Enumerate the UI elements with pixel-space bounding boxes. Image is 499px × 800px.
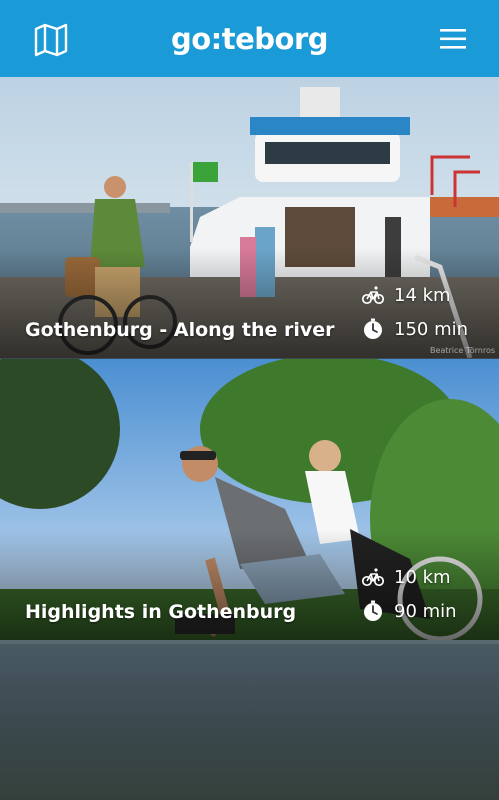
route-distance-value: 10 km xyxy=(394,566,451,588)
bicycle-icon xyxy=(361,566,385,588)
stopwatch-icon xyxy=(362,318,384,340)
route-duration: 150 min xyxy=(362,318,468,340)
map-icon[interactable] xyxy=(33,21,69,57)
route-card-along-the-river[interactable]: Gothenburg - Along the river 14 km 150 m… xyxy=(0,77,499,358)
stopwatch-icon xyxy=(362,600,384,622)
app-header: go:teborg xyxy=(0,0,499,77)
hamburger-menu-icon[interactable] xyxy=(440,26,466,52)
route-card-highlights[interactable]: Highlights in Gothenburg 10 km 90 min xyxy=(0,359,499,640)
bicycle-icon xyxy=(361,284,385,306)
route-card-partial[interactable] xyxy=(0,640,499,800)
route-distance: 14 km xyxy=(361,284,451,306)
goteborg-logo: go:teborg xyxy=(170,21,329,56)
photo-credit: Beatrice Törnros xyxy=(430,346,495,355)
route-title: Gothenburg - Along the river xyxy=(25,319,335,341)
route-duration: 90 min xyxy=(362,600,457,622)
route-distance-value: 14 km xyxy=(394,284,451,306)
route-title: Highlights in Gothenburg xyxy=(25,601,297,623)
route-photo-grass xyxy=(0,640,499,800)
route-duration-value: 150 min xyxy=(394,318,469,340)
route-distance: 10 km xyxy=(361,566,451,588)
route-duration-value: 90 min xyxy=(394,600,457,622)
